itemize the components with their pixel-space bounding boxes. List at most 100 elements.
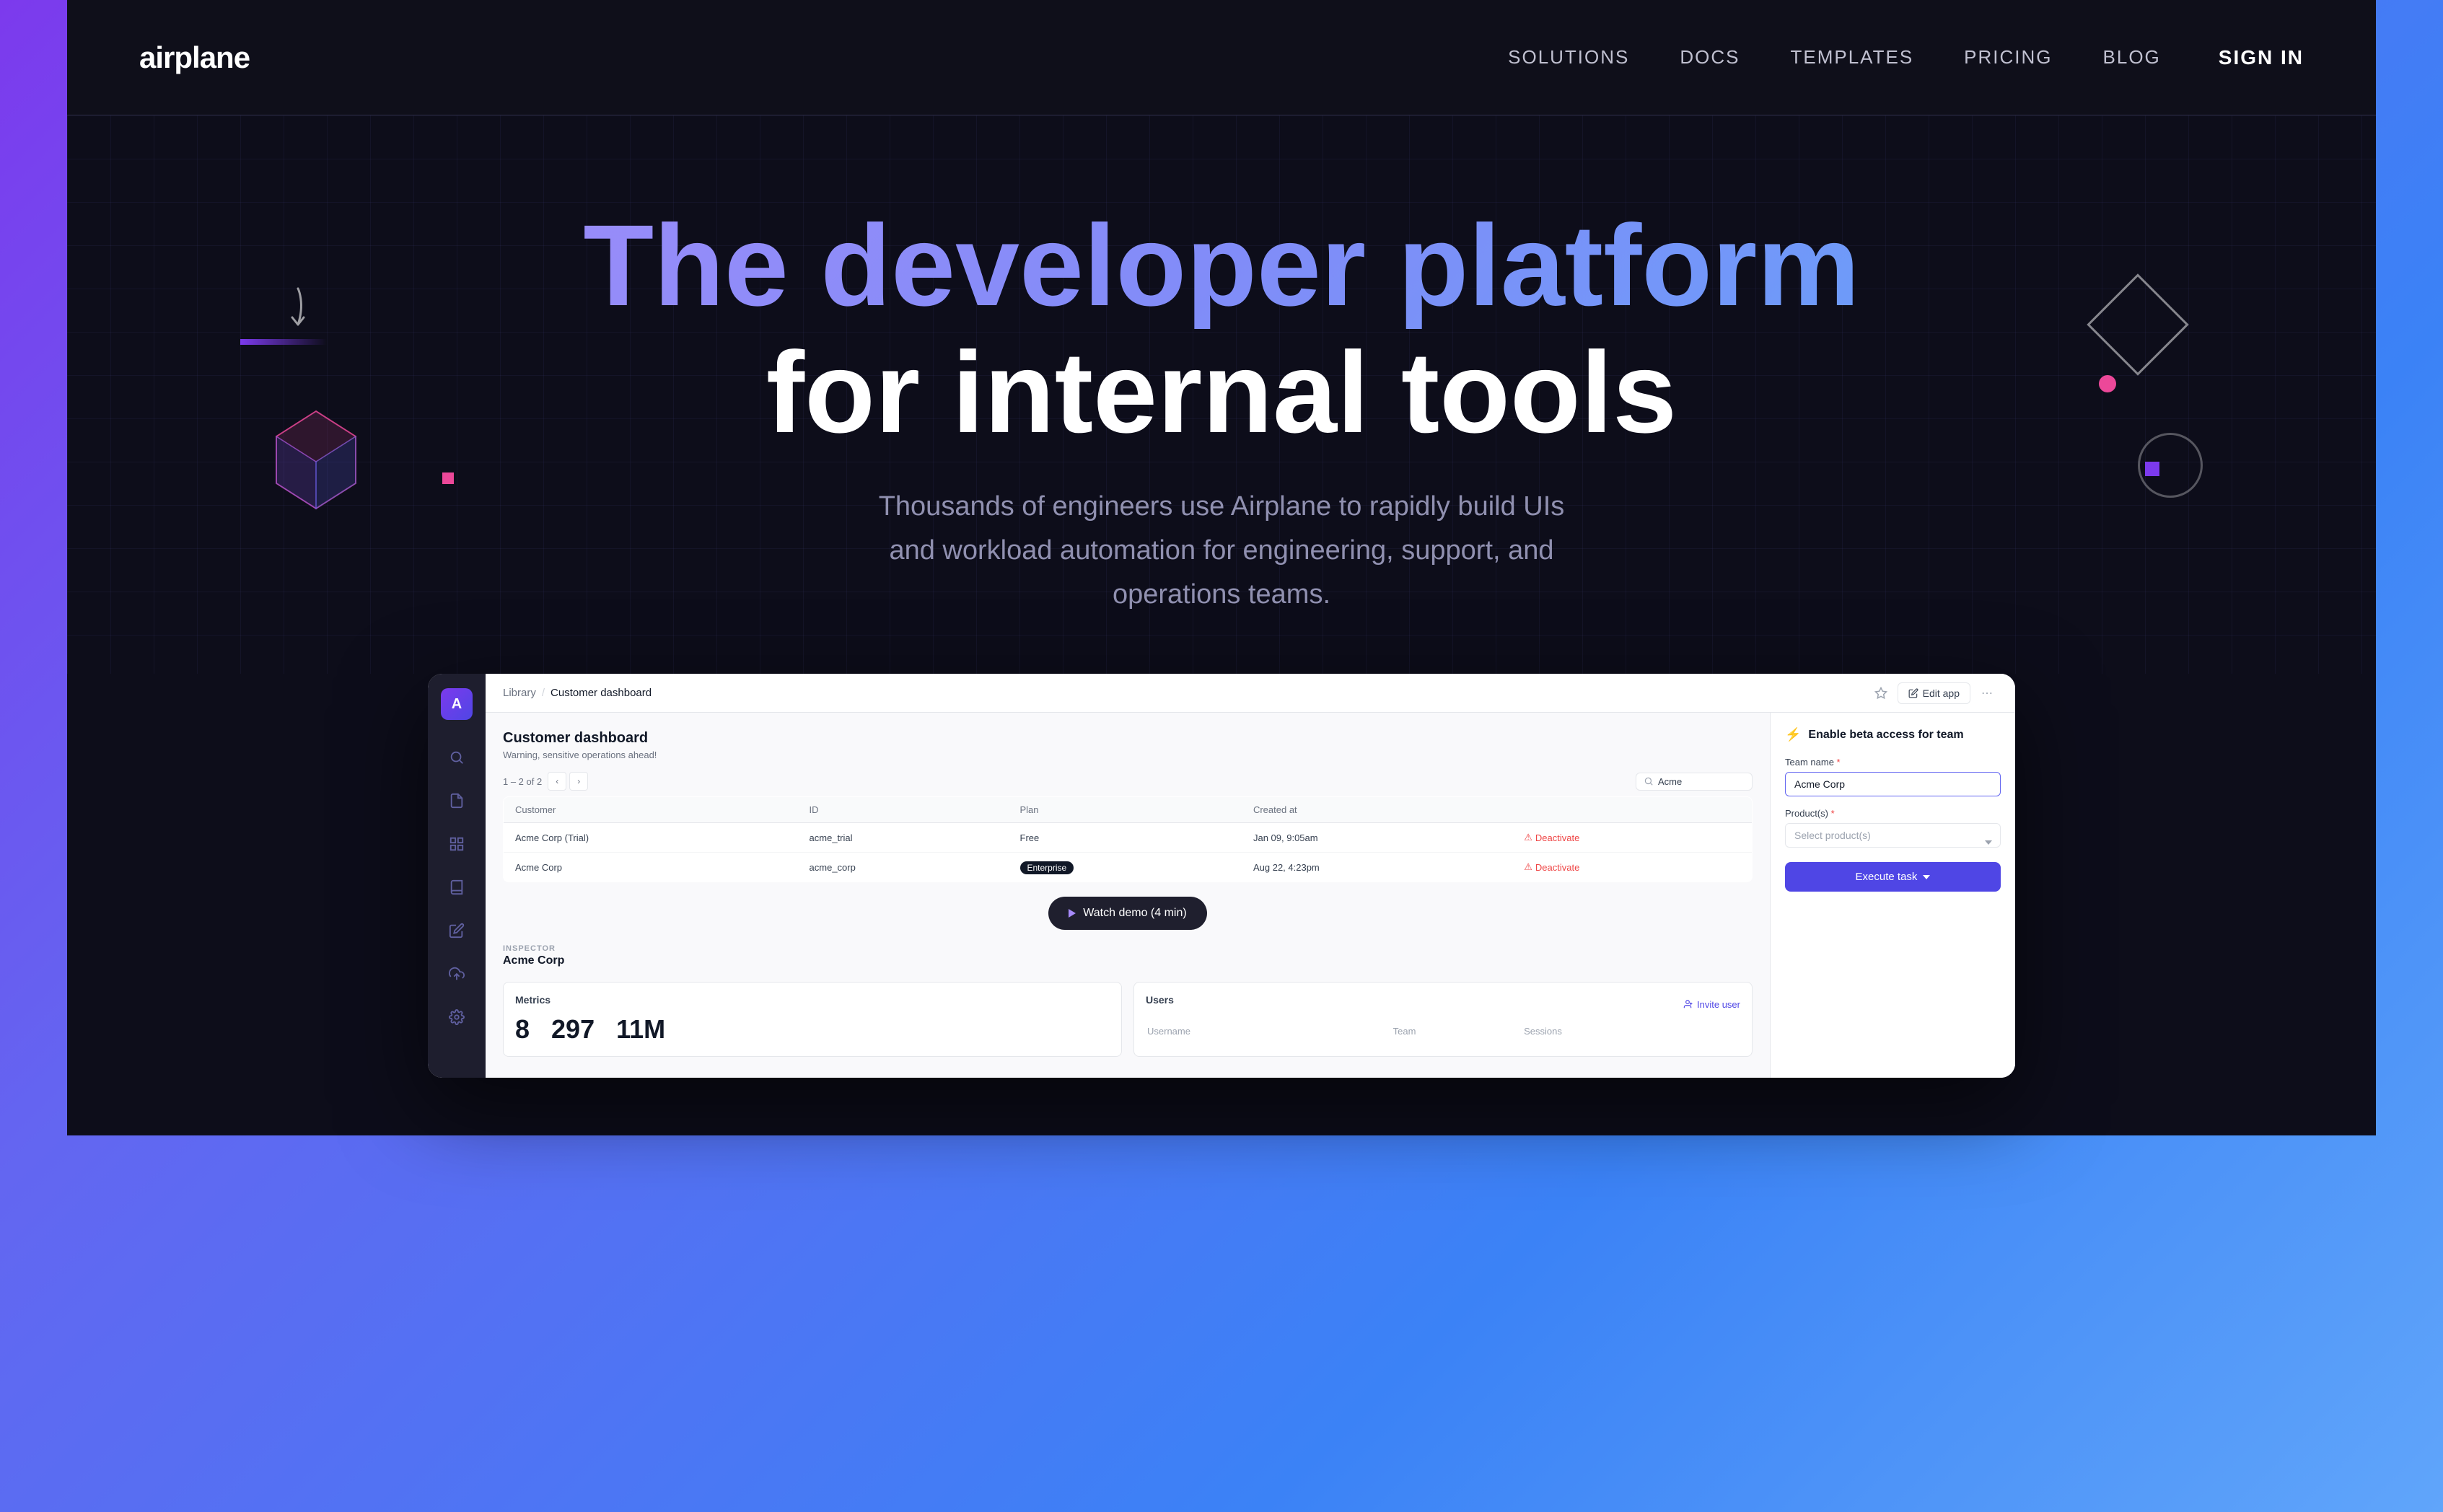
invite-icon xyxy=(1683,999,1693,1009)
enterprise-badge: Enterprise xyxy=(1020,861,1074,874)
right-panel: ⚡ Enable beta access for team Team name … xyxy=(1770,713,2015,1078)
users-header-team: Team xyxy=(1393,1023,1523,1040)
hero-subtitle: Thousands of engineers use Airplane to r… xyxy=(789,485,1654,616)
sidebar-grid-icon[interactable] xyxy=(444,831,470,857)
users-panel: Users Invite user xyxy=(1133,982,1753,1057)
hero-section: The developer platform for internal tool… xyxy=(67,115,2376,674)
invite-user-label: Invite user xyxy=(1697,999,1740,1010)
nav-templates[interactable]: TEMPLATES xyxy=(1791,46,1914,69)
hero-title-line2: for internal tools xyxy=(139,329,2304,456)
metric-val-1: 8 xyxy=(515,1014,530,1045)
watch-demo-button[interactable]: Watch demo (4 min) xyxy=(1048,897,1206,930)
metrics-panel: Metrics 8 297 11M xyxy=(503,982,1122,1057)
nav-pricing[interactable]: PRICING xyxy=(1964,46,2052,69)
deactivate-button-1[interactable]: ⚠ Deactivate xyxy=(1524,832,1740,843)
nav-blog[interactable]: BLOG xyxy=(2103,46,2161,69)
sidebar-search-icon[interactable] xyxy=(444,744,470,770)
navbar: airplane SOLUTIONS DOCS TEMPLATES PRICIN… xyxy=(67,0,2376,115)
table-header-customer: Customer xyxy=(504,797,798,823)
products-required: * xyxy=(1831,808,1835,819)
execute-chevron-icon xyxy=(1923,875,1930,879)
users-title: Users xyxy=(1146,994,1174,1006)
breadcrumb-current: Customer dashboard xyxy=(551,687,652,699)
pagination-text: 1 – 2 of 2 xyxy=(503,776,542,787)
table-row: Acme Corp acme_corp Enterprise Aug 22, 4… xyxy=(504,853,1753,882)
warning-icon-1: ⚠ xyxy=(1524,832,1532,843)
table-cell-action-1: ⚠ Deactivate xyxy=(1512,823,1752,853)
table-header-id: ID xyxy=(798,797,1009,823)
table-cell-id-2: acme_corp xyxy=(798,853,1009,882)
metric-val-2: 297 xyxy=(551,1014,595,1045)
deco-circle-icon xyxy=(2138,433,2203,498)
deco-arrow-icon xyxy=(269,281,327,339)
watch-demo-label: Watch demo (4 min) xyxy=(1083,907,1186,920)
table-cell-created-2: Aug 22, 4:23pm xyxy=(1242,853,1512,882)
inspector-value: Acme Corp xyxy=(503,954,1753,967)
panel-warning: Warning, sensitive operations ahead! xyxy=(503,750,1753,760)
edit-app-button[interactable]: Edit app xyxy=(1898,682,1970,704)
star-button[interactable] xyxy=(1870,682,1892,704)
main-container: airplane SOLUTIONS DOCS TEMPLATES PRICIN… xyxy=(67,0,2376,1135)
deactivate-button-2[interactable]: ⚠ Deactivate xyxy=(1524,861,1740,873)
metrics-title: Metrics xyxy=(515,994,1110,1006)
sidebar-settings-icon[interactable] xyxy=(444,1004,470,1030)
app-demo: A xyxy=(428,674,2015,1078)
hero-title-line1: The developer platform xyxy=(139,202,2304,329)
sidebar-book-icon[interactable] xyxy=(444,874,470,900)
play-icon xyxy=(1069,909,1076,918)
invite-user-button[interactable]: Invite user xyxy=(1683,999,1740,1010)
logo[interactable]: airplane xyxy=(139,40,250,75)
sign-in-button[interactable]: SIGN IN xyxy=(2219,46,2304,69)
right-panel-title: Enable beta access for team xyxy=(1808,729,1963,742)
team-name-field: Team name * xyxy=(1785,757,2001,808)
app-demo-wrapper: A xyxy=(67,674,2376,1135)
team-name-input[interactable] xyxy=(1785,772,2001,796)
nav-solutions[interactable]: SOLUTIONS xyxy=(1508,46,1629,69)
table-cell-action-2: ⚠ Deactivate xyxy=(1512,853,1752,882)
metric-val-3: 11M xyxy=(616,1014,665,1045)
app-topbar: Library / Customer dashboard xyxy=(486,674,2015,713)
pagination-buttons: ‹ › xyxy=(548,772,588,791)
warning-icon-2: ⚠ xyxy=(1524,861,1532,873)
sidebar-upload-icon[interactable] xyxy=(444,961,470,987)
deco-square-small-icon xyxy=(442,472,454,484)
bottom-panels: Metrics 8 297 11M Users xyxy=(503,982,1753,1057)
execute-label: Execute task xyxy=(1856,871,1918,883)
panel-title: Customer dashboard xyxy=(503,730,1753,747)
sidebar-edit-icon[interactable] xyxy=(444,918,470,944)
table-cell-id-1: acme_trial xyxy=(798,823,1009,853)
table-cell-plan-2: Enterprise xyxy=(1009,853,1242,882)
table-header-action xyxy=(1512,797,1752,823)
app-main: Library / Customer dashboard xyxy=(486,674,2015,1078)
execute-task-button[interactable]: Execute task xyxy=(1785,862,2001,892)
lightning-icon: ⚡ xyxy=(1785,727,1801,742)
search-box xyxy=(1636,773,1753,791)
search-input[interactable] xyxy=(1658,776,1745,787)
table-cell-customer-2: Acme Corp xyxy=(504,853,798,882)
next-page-button[interactable]: › xyxy=(569,772,588,791)
deco-3d-box xyxy=(269,404,363,512)
edit-app-label: Edit app xyxy=(1923,687,1960,699)
table-controls: 1 – 2 of 2 ‹ › xyxy=(503,772,1753,791)
more-options-button[interactable]: ⋯ xyxy=(1976,682,1998,704)
products-select[interactable]: Select product(s) xyxy=(1785,823,2001,848)
products-label: Product(s) * xyxy=(1785,808,2001,819)
nav-docs[interactable]: DOCS xyxy=(1680,46,1740,69)
team-name-label: Team name * xyxy=(1785,757,2001,768)
inspector-label: INSPECTOR xyxy=(503,944,1753,953)
users-header-sessions: Sessions xyxy=(1524,1023,1739,1040)
prev-page-button[interactable]: ‹ xyxy=(548,772,566,791)
deco-dot-icon xyxy=(2099,375,2116,392)
table-cell-created-1: Jan 09, 9:05am xyxy=(1242,823,1512,853)
breadcrumb-parent[interactable]: Library xyxy=(503,687,536,699)
deco-line xyxy=(240,339,327,345)
right-panel-header: ⚡ Enable beta access for team xyxy=(1785,727,2001,742)
table-row: Acme Corp (Trial) acme_trial Free Jan 09… xyxy=(504,823,1753,853)
users-table: Username Team Sessions xyxy=(1146,1021,1740,1041)
products-field: Product(s) * Select product(s) xyxy=(1785,808,2001,862)
nav-links: SOLUTIONS DOCS TEMPLATES PRICING BLOG xyxy=(1508,46,2161,69)
users-header-username: Username xyxy=(1147,1023,1392,1040)
sidebar-logo: A xyxy=(441,688,473,720)
breadcrumb-separator: / xyxy=(542,687,545,699)
sidebar-files-icon[interactable] xyxy=(444,788,470,814)
